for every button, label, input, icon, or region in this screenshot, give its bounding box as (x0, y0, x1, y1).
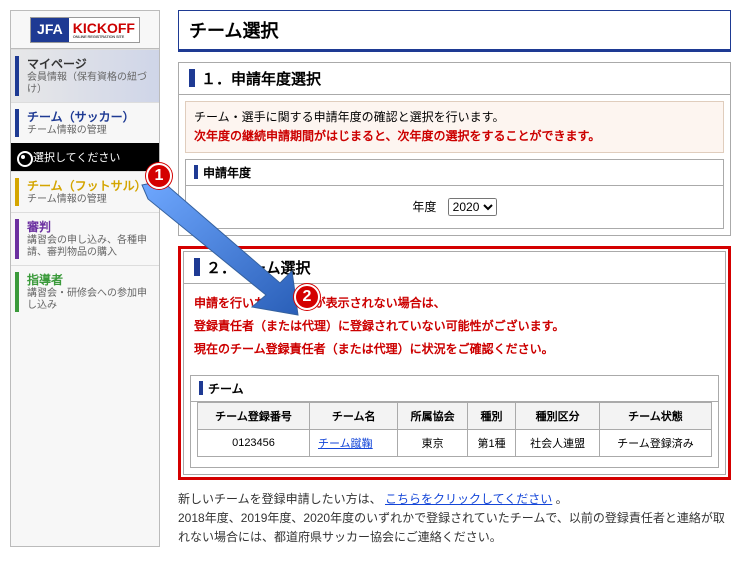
team-subhead: チーム (191, 376, 718, 402)
sidebar-select-label: 選択してください (33, 152, 120, 164)
callout-badge-1: 1 (146, 163, 172, 189)
sidebar-item-referee[interactable]: 審判 講習会の申し込み、各種申請、審判物品の購入 (11, 212, 159, 265)
main-content: チーム選択 １．申請年度選択 チーム・選手に関する申請年度の確認と選択を行います… (178, 10, 731, 547)
sidebar-item-desc: 講習会・研修会への参加申し込み (17, 288, 153, 312)
cell-no: 0123456 (198, 429, 310, 456)
col-name: チーム名 (310, 402, 398, 429)
cell-name: チーム蹴鞠 (310, 429, 398, 456)
callout-badge-2: 2 (294, 284, 320, 310)
notice-line-red: 次年度の継続申請期間がはじまると、次年度の選択をすることができます。 (194, 127, 715, 146)
register-new-team-link[interactable]: こちらをクリックしてください (385, 492, 552, 506)
cell-type: 第1種 (467, 429, 516, 456)
sidebar-item-label: マイページ (17, 55, 153, 72)
team-subbox: チーム チーム登録番号 チーム名 所属協会 種別 種別区分 チーム状態 0123… (190, 375, 719, 468)
warning-line: 申請を行いたいチームが表示されない場合は、 (194, 292, 715, 315)
sidebar-item-coach[interactable]: 指導者 講習会・研修会への参加申し込み (11, 265, 159, 318)
sidebar-item-desc: チーム情報の管理 (17, 194, 153, 206)
sidebar-item-label: チーム（フットサル） (17, 177, 153, 194)
col-type: 種別 (467, 402, 516, 429)
notice-box: チーム・選手に関する申請年度の確認と選択を行います。 次年度の継続申請期間がはじ… (185, 101, 724, 153)
warning-line: 現在のチーム登録責任者（または代理）に状況をご確認ください。 (194, 338, 715, 361)
sidebar: JFA KICKOFF ONLINE REGISTRATION SITE マイペ… (10, 10, 160, 547)
section-title: ２．チーム選択 (184, 252, 725, 284)
logo-jfa: JFA (31, 18, 69, 42)
year-subhead: 申請年度 (186, 160, 723, 186)
year-subbox: 申請年度 年度 2020 (185, 159, 724, 229)
section-year: １．申請年度選択 チーム・選手に関する申請年度の確認と選択を行います。 次年度の… (178, 62, 731, 236)
logo-kickoff: KICKOFF ONLINE REGISTRATION SITE (69, 18, 139, 42)
sidebar-item-label: 審判 (17, 218, 153, 235)
year-select[interactable]: 2020 (448, 198, 497, 216)
table-row: 0123456 チーム蹴鞠 東京 第1種 社会人連盟 チーム登録済み (198, 429, 712, 456)
col-status: チーム状態 (599, 402, 711, 429)
cell-cat: 社会人連盟 (516, 429, 600, 456)
col-assoc: 所属協会 (398, 402, 467, 429)
section-title: １．申請年度選択 (179, 63, 730, 95)
warning-block: 申請を行いたいチームが表示されない場合は、 登録責任者（または代理）に登録されて… (184, 284, 725, 368)
cell-status: チーム登録済み (599, 429, 711, 456)
logo: JFA KICKOFF ONLINE REGISTRATION SITE (11, 11, 159, 49)
sidebar-item-desc: 会員情報（保有資格の紐づけ） (17, 72, 153, 96)
page-title: チーム選択 (179, 11, 730, 51)
sidebar-item-team-soccer[interactable]: チーム（サッカー） チーム情報の管理 (11, 102, 159, 143)
sidebar-item-label: 指導者 (17, 271, 153, 288)
cell-assoc: 東京 (398, 429, 467, 456)
year-label: 年度 (412, 200, 436, 214)
sidebar-item-desc: チーム情報の管理 (17, 125, 153, 137)
table-header-row: チーム登録番号 チーム名 所属協会 種別 種別区分 チーム状態 (198, 402, 712, 429)
sidebar-item-desc: 講習会の申し込み、各種申請、審判物品の購入 (17, 235, 153, 259)
footer-note: 新しいチームを登録申請したい方は、 こちらをクリックしてください 。 2018年… (178, 490, 731, 548)
team-link[interactable]: チーム蹴鞠 (318, 438, 373, 450)
col-cat: 種別区分 (516, 402, 600, 429)
col-no: チーム登録番号 (198, 402, 310, 429)
team-table: チーム登録番号 チーム名 所属協会 種別 種別区分 チーム状態 0123456 … (197, 402, 712, 457)
highlight-team: ２．チーム選択 申請を行いたいチームが表示されない場合は、 登録責任者（または代… (178, 246, 731, 479)
sidebar-item-team-futsal[interactable]: チーム（フットサル） チーム情報の管理 (11, 171, 159, 212)
sidebar-item-mypage[interactable]: マイページ 会員情報（保有資格の紐づけ） (11, 49, 159, 102)
sidebar-item-label: チーム（サッカー） (17, 108, 153, 125)
warning-line: 登録責任者（または代理）に登録されていない可能性がございます。 (194, 315, 715, 338)
sidebar-select-prompt[interactable]: 選択してください (11, 143, 159, 171)
notice-line: チーム・選手に関する申請年度の確認と選択を行います。 (194, 108, 715, 127)
